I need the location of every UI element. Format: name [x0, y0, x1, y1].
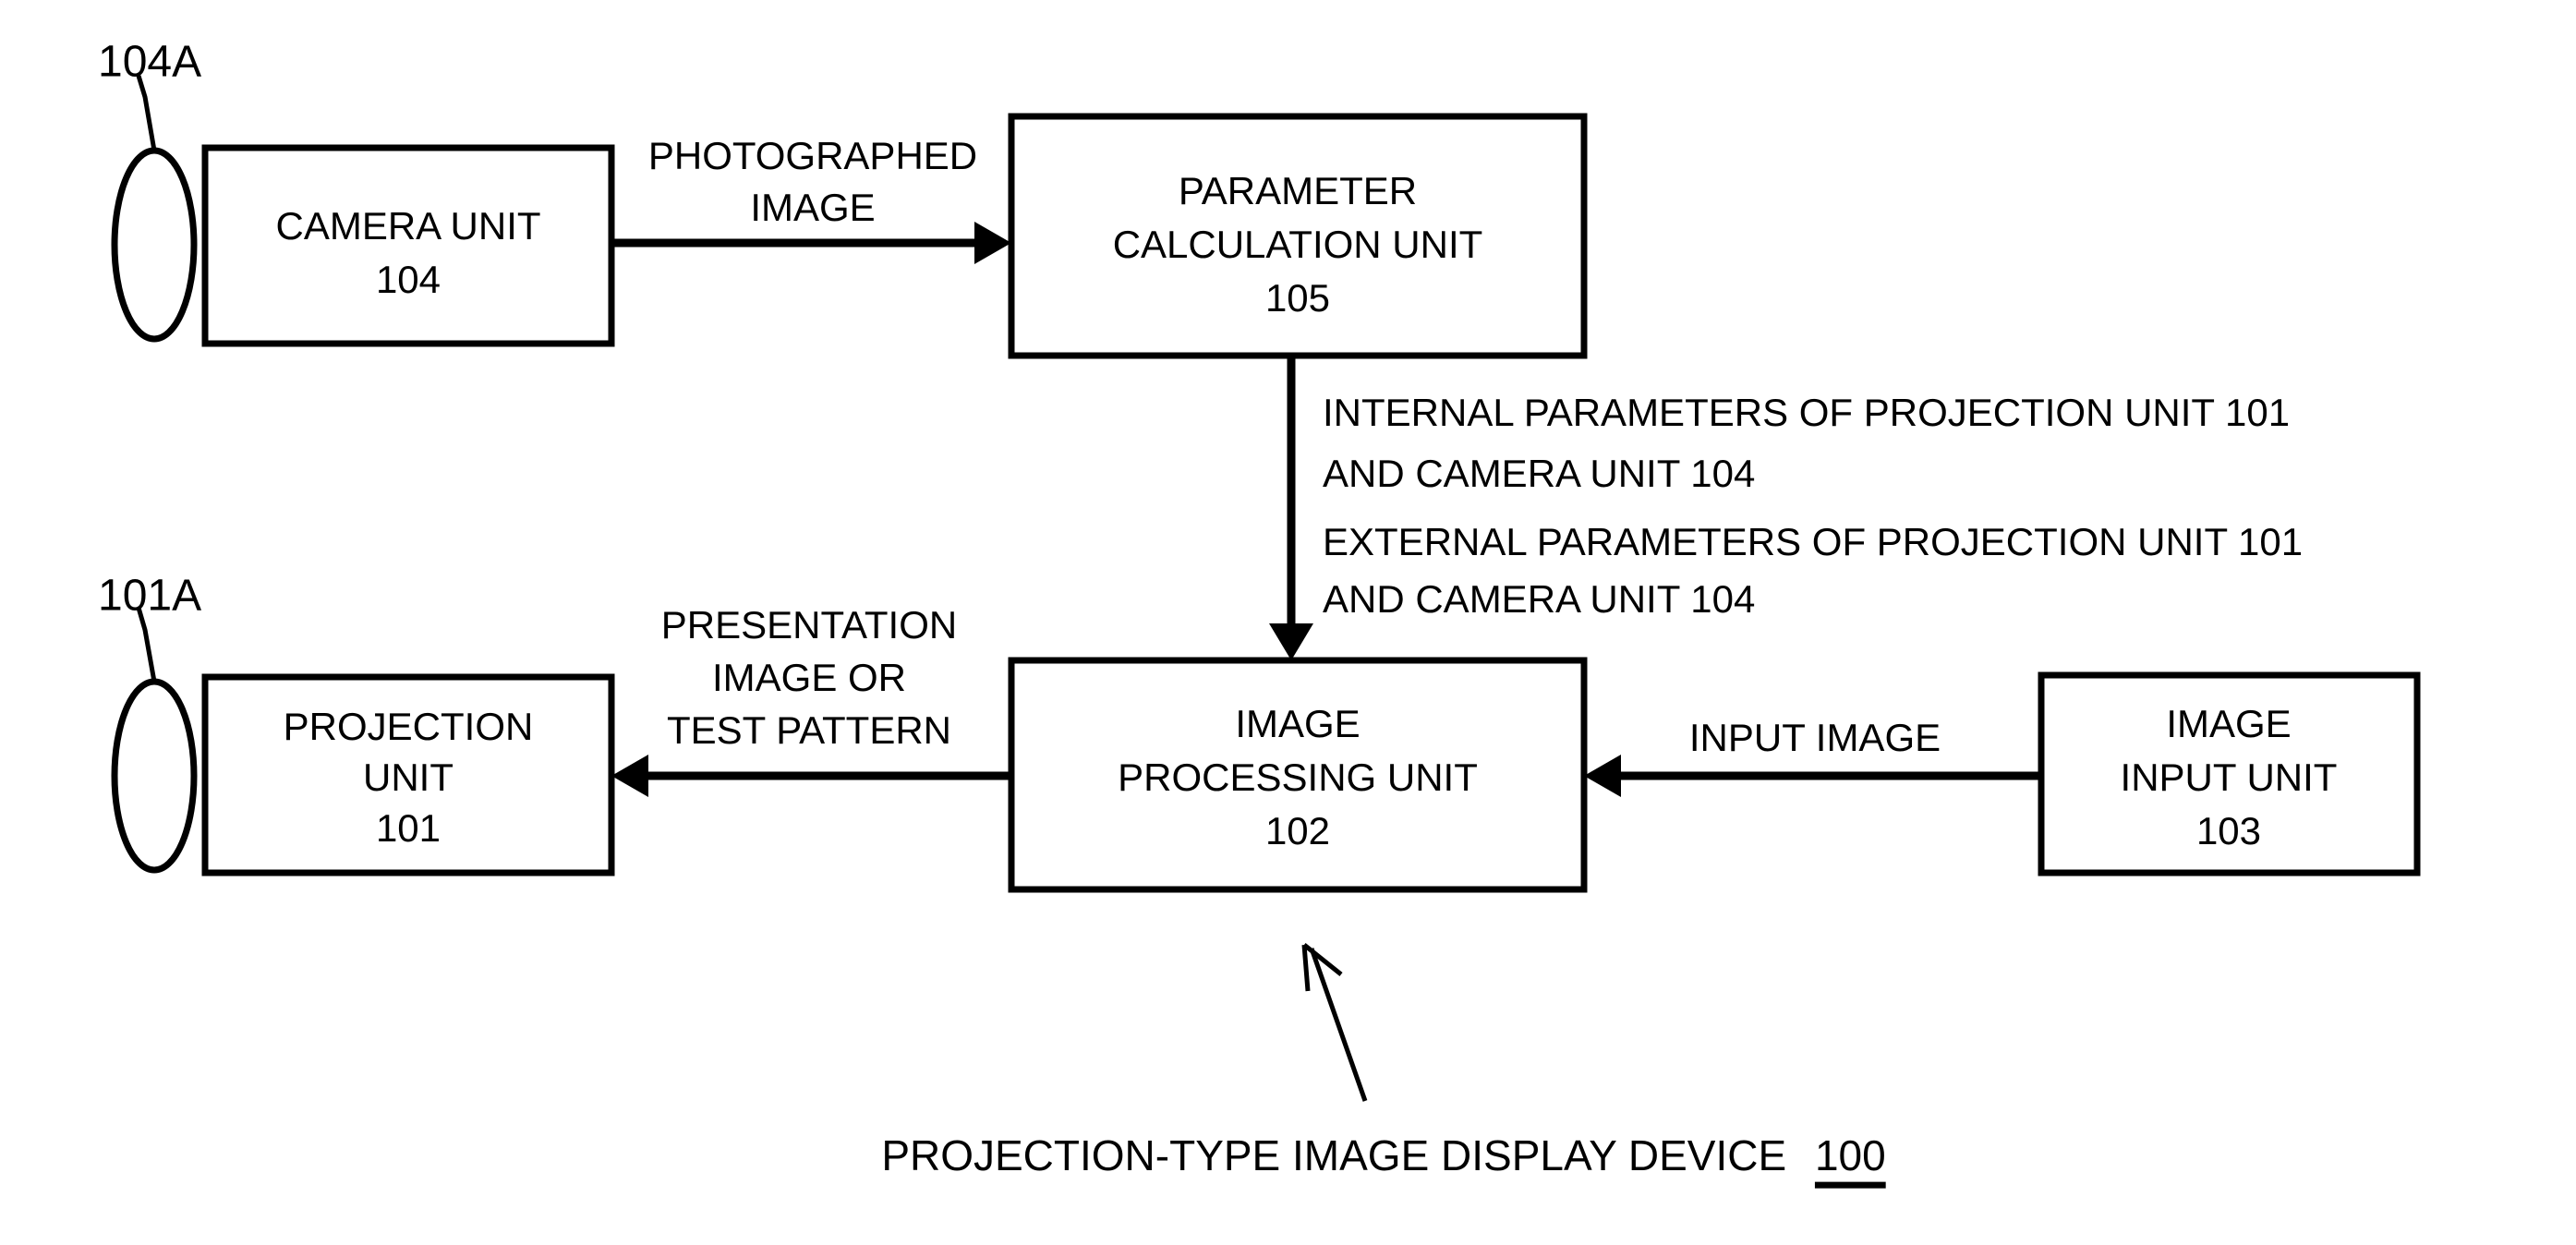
projection-lens-reference-label: 101A: [98, 572, 201, 621]
block-diagram: 104A CAMERA UNIT 104 PHOTOGRAPHED IMAGE …: [98, 38, 2421, 1189]
parameter-calculation-unit-label-line1: PARAMETER: [1179, 169, 1417, 212]
presentation-image-connector: PRESENTATION IMAGE OR TEST PATTERN: [611, 603, 1011, 797]
projection-lens-group: 101A: [98, 572, 201, 874]
presentation-image-label-line2: IMAGE OR: [712, 656, 906, 699]
external-parameters-label-line2: AND CAMERA UNIT 104: [1323, 577, 1755, 621]
camera-unit-label-line1: CAMERA UNIT: [275, 204, 540, 248]
parameter-calculation-unit-label-line3: 105: [1265, 276, 1330, 320]
camera-unit-block[interactable]: CAMERA UNIT 104: [201, 144, 615, 347]
camera-lens-reference-label: 104A: [98, 38, 201, 87]
presentation-image-arrow-head: [611, 755, 648, 797]
projection-unit-block[interactable]: PROJECTION UNIT 101: [201, 673, 615, 876]
projection-unit-label-line1: PROJECTION: [284, 705, 534, 748]
device-caption-leader: [1301, 943, 1368, 1102]
photographed-image-connector: PHOTOGRAPHED IMAGE: [611, 134, 1011, 264]
device-caption-text: PROJECTION-TYPE IMAGE DISPLAY DEVICE 100: [881, 1131, 1885, 1179]
image-processing-unit-block[interactable]: IMAGE PROCESSING UNIT 102: [1008, 657, 1588, 893]
projection-lens-icon: [111, 678, 198, 874]
external-parameters-label-line1: EXTERNAL PARAMETERS OF PROJECTION UNIT 1…: [1323, 520, 2303, 563]
presentation-image-label-line3: TEST PATTERN: [667, 708, 951, 752]
parameter-calculation-unit-label-line2: CALCULATION UNIT: [1113, 223, 1483, 266]
device-caption-reference-number: 100: [1815, 1131, 1886, 1179]
internal-parameters-label-line1: INTERNAL PARAMETERS OF PROJECTION UNIT 1…: [1323, 391, 2290, 434]
input-image-label: INPUT IMAGE: [1689, 716, 1941, 759]
device-caption-title: PROJECTION-TYPE IMAGE DISPLAY DEVICE: [881, 1131, 1786, 1179]
figure-canvas: 104A CAMERA UNIT 104 PHOTOGRAPHED IMAGE …: [0, 0, 2576, 1245]
device-caption: PROJECTION-TYPE IMAGE DISPLAY DEVICE 100: [881, 1131, 1886, 1189]
parameters-arrow-head: [1269, 623, 1313, 660]
image-processing-unit-label-line2: PROCESSING UNIT: [1118, 755, 1478, 799]
photographed-image-label-line2: IMAGE: [750, 186, 875, 229]
image-input-unit-label-line3: 103: [2196, 809, 2261, 852]
camera-lens-group: 104A: [98, 38, 201, 343]
presentation-image-label-line1: PRESENTATION: [661, 603, 957, 647]
parameters-connector: INTERNAL PARAMETERS OF PROJECTION UNIT 1…: [1269, 356, 2303, 660]
camera-lens-icon: [111, 147, 198, 343]
internal-parameters-label-line2: AND CAMERA UNIT 104: [1323, 452, 1755, 495]
input-image-arrow-head: [1584, 755, 1621, 797]
image-processing-unit-label-line3: 102: [1265, 809, 1330, 852]
image-processing-unit-label-line1: IMAGE: [1235, 702, 1360, 745]
projection-unit-label-line3: 101: [376, 806, 441, 850]
image-input-unit-block[interactable]: IMAGE INPUT UNIT 103: [2038, 671, 2421, 876]
image-input-unit-label-line2: INPUT UNIT: [2121, 755, 2338, 799]
photographed-image-label-line1: PHOTOGRAPHED: [648, 134, 977, 177]
projection-unit-label-line2: UNIT: [363, 755, 454, 799]
image-input-unit-label-line1: IMAGE: [2166, 702, 2291, 745]
camera-lens-leader-line: [136, 75, 157, 151]
input-image-connector: INPUT IMAGE: [1584, 716, 2041, 797]
camera-unit-label-line2: 104: [376, 258, 441, 301]
photographed-image-arrow-head: [974, 222, 1011, 264]
parameter-calculation-unit-block[interactable]: PARAMETER CALCULATION UNIT 105: [1008, 113, 1588, 359]
